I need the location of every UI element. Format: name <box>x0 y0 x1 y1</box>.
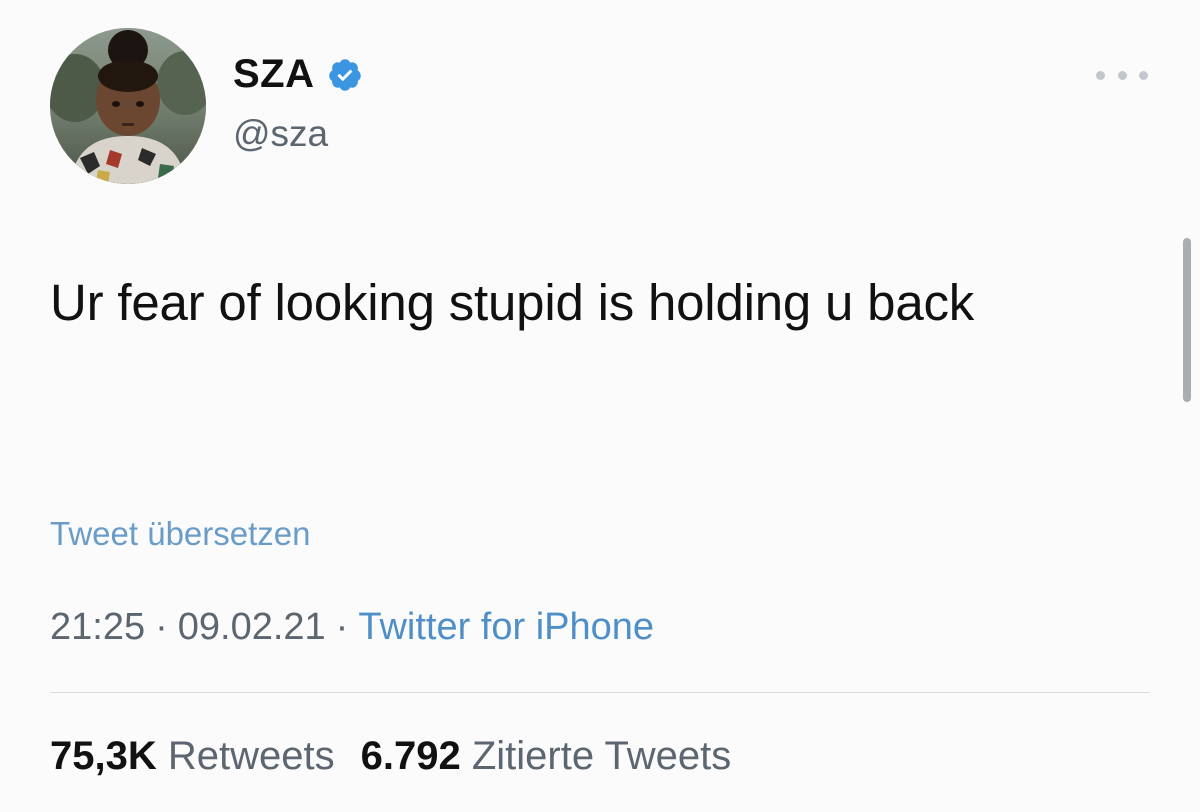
meta-separator: · <box>335 606 349 648</box>
retweets-count: 75,3K <box>50 734 157 778</box>
quote-tweets-label: Zitierte Tweets <box>471 734 732 778</box>
tweet-date[interactable]: 09.02.21 <box>178 606 326 648</box>
retweets-stat[interactable]: 75,3K Retweets <box>50 734 335 778</box>
translate-tweet-link[interactable]: Tweet übersetzen <box>50 515 311 553</box>
more-dot <box>1117 70 1127 80</box>
user-handle[interactable]: @sza <box>233 113 328 155</box>
avatar-image <box>50 28 206 184</box>
more-dot <box>1139 70 1148 80</box>
tweet-stats: 75,3K Retweets 6.792 Zitierte Tweets <box>50 734 757 779</box>
divider <box>50 692 1150 693</box>
tweet-meta: 21:25 · 09.02.21 · Twitter for iPhone <box>50 606 654 649</box>
avatar[interactable] <box>50 28 206 184</box>
retweets-label: Retweets <box>167 734 335 778</box>
quote-tweets-count: 6.792 <box>360 734 461 778</box>
verified-badge-icon <box>328 58 361 91</box>
display-name-text: SZA <box>233 52 315 96</box>
more-options-icon[interactable] <box>1096 62 1148 88</box>
scrollbar[interactable] <box>1183 238 1191 402</box>
tweet-time[interactable]: 21:25 <box>50 606 145 648</box>
tweet-text: Ur fear of looking stupid is holding u b… <box>50 274 975 331</box>
meta-separator: · <box>155 606 168 648</box>
more-dot <box>1096 70 1105 80</box>
display-name[interactable]: SZA <box>233 52 363 97</box>
tweet-card: SZA @sza Ur fear of looking stupid is ho… <box>0 0 1200 812</box>
quote-tweets-stat[interactable]: 6.792 Zitierte Tweets <box>361 734 732 778</box>
tweet-source-link[interactable]: Twitter for iPhone <box>358 606 654 648</box>
